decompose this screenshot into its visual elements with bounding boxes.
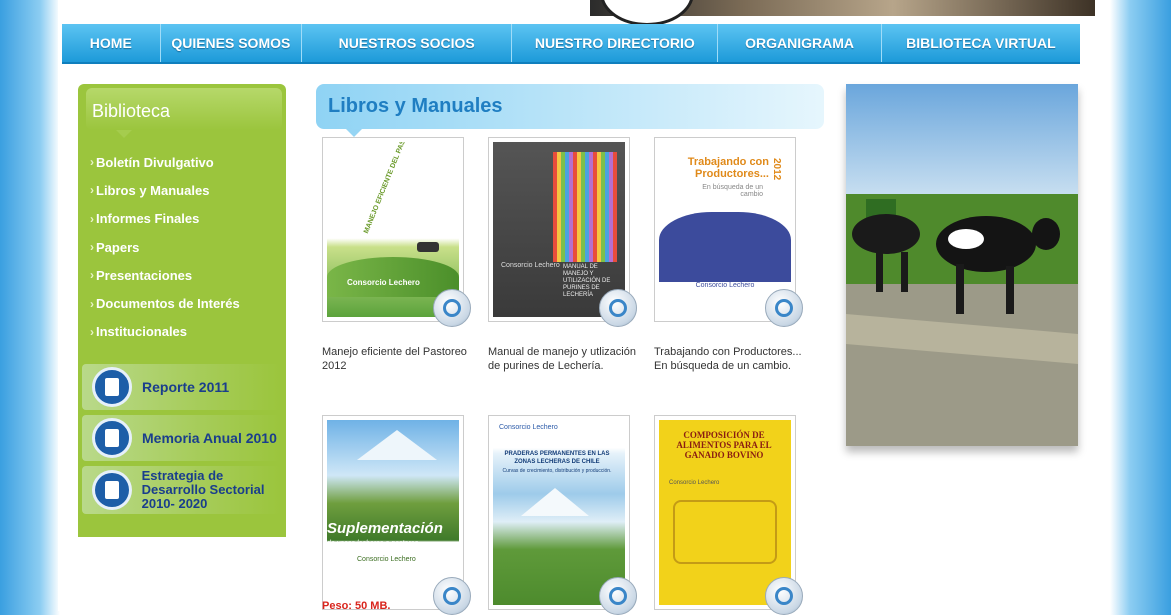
top-navigation: HOME QUIENES SOMOS NUESTROS SOCIOS NUEST… xyxy=(62,24,1080,64)
cover-title: Trabajando con Productores... xyxy=(687,156,769,180)
section-header: Libros y Manuales xyxy=(316,84,824,137)
cover-brand: Consorcio Lechero xyxy=(501,262,560,269)
cover-subtitle: En búsqueda de un cambio xyxy=(702,184,763,198)
sidebar-item-papers[interactable]: Papers xyxy=(78,233,286,261)
sidebar-item-boletin[interactable]: Boletín Divulgativo xyxy=(78,148,286,176)
book-cover[interactable]: Trabajando con Productores... En búsqued… xyxy=(654,137,803,327)
book-cover[interactable]: COMPOSICIÓN DE ALIMENTOS PARA EL GANADO … xyxy=(654,415,803,615)
sidebar-item-informes[interactable]: Informes Finales xyxy=(78,205,286,233)
sidebar-header-notch xyxy=(116,130,132,138)
cover-title: PRADERAS PERMANENTES EN LAS ZONAS LECHER… xyxy=(504,451,610,465)
promo-label: Reporte 2011 xyxy=(142,379,230,395)
cover-brand: Consorcio Lechero xyxy=(357,556,416,563)
book-cover[interactable]: MANEJO EFICIENTE DEL PASTOREO Consorcio … xyxy=(322,137,471,327)
zoom-icon[interactable] xyxy=(433,577,471,615)
zoom-icon[interactable] xyxy=(765,577,803,615)
nav-quienes-somos[interactable]: QUIENES SOMOS xyxy=(161,24,303,62)
document-icon xyxy=(92,470,132,510)
book-item: MANUAL DE MANEJO Y UTILIZACIÓN DE PURINE… xyxy=(488,137,640,373)
promo-reporte-2011[interactable]: Reporte 2011 xyxy=(82,364,280,410)
cover-brand: Consorcio Lechero xyxy=(499,424,558,431)
cover-brand: Consorcio Lechero xyxy=(347,278,420,287)
section-title: Libros y Manuales xyxy=(328,95,503,117)
book-caption[interactable]: Manejo eficiente del Pastoreo 2012 xyxy=(322,345,474,373)
zoom-icon[interactable] xyxy=(599,289,637,327)
sidebar-title: Biblioteca xyxy=(92,101,171,121)
nav-biblioteca-virtual[interactable]: BIBLIOTECA VIRTUAL xyxy=(882,24,1080,62)
nav-home[interactable]: HOME xyxy=(62,24,161,62)
zoom-icon[interactable] xyxy=(765,289,803,327)
book-item: Suplementación de vacas lecheras a pasto… xyxy=(322,415,474,615)
book-cover[interactable]: Consorcio Lechero PRADERAS PERMANENTES E… xyxy=(488,415,637,615)
cover-subtitle: de vacas lecheras a pastoreo xyxy=(327,540,419,547)
cover-brand: Consorcio Lechero xyxy=(669,480,720,486)
sidebar-item-libros[interactable]: Libros y Manuales xyxy=(78,176,286,204)
cover-title: Suplementación xyxy=(327,520,443,537)
promo-memoria-anual[interactable]: Memoria Anual 2010 xyxy=(82,415,280,461)
book-item: Consorcio Lechero PRADERAS PERMANENTES E… xyxy=(488,415,640,615)
book-cover[interactable]: Suplementación de vacas lecheras a pasto… xyxy=(322,415,471,615)
document-icon xyxy=(92,367,132,407)
book-item: Trabajando con Productores... En búsqued… xyxy=(654,137,806,373)
book-item: MANEJO EFICIENTE DEL PASTOREO Consorcio … xyxy=(322,137,474,373)
promo-estrategia-desarrollo[interactable]: Estrategia de Desarrollo Sectorial 2010-… xyxy=(82,466,280,514)
promo-label: Memoria Anual 2010 xyxy=(142,430,277,446)
sidebar-menu: Boletín Divulgativo Libros y Manuales In… xyxy=(78,148,286,346)
sidebar-item-institucionales[interactable]: Institucionales xyxy=(78,318,286,346)
cover-title: COMPOSICIÓN DE ALIMENTOS PARA EL GANADO … xyxy=(676,430,772,460)
document-icon xyxy=(92,418,132,458)
cover-year: 2012 xyxy=(771,158,782,181)
cover-subtitle: Curvas de crecimiento, distribución y pr… xyxy=(502,468,612,474)
cover-title: MANEJO EFICIENTE DEL PASTOREO xyxy=(363,142,417,235)
zoom-icon[interactable] xyxy=(433,289,471,327)
nav-organigrama[interactable]: ORGANIGRAMA xyxy=(718,24,882,62)
book-caption[interactable]: Manual de manejo y utlización de purines… xyxy=(488,345,640,373)
sidebar-item-documentos[interactable]: Documentos de Interés xyxy=(78,289,286,317)
cows-photo xyxy=(846,84,1078,446)
promo-label: Estrategia de Desarrollo Sectorial 2010-… xyxy=(141,468,265,511)
sidebar-item-presentaciones[interactable]: Presentaciones xyxy=(78,261,286,289)
sidebar-header: Biblioteca xyxy=(86,88,282,138)
nav-nuestro-directorio[interactable]: NUESTRO DIRECTORIO xyxy=(512,24,719,62)
book-caption[interactable]: Trabajando con Productores... En búsqued… xyxy=(654,345,806,373)
nav-nuestros-socios[interactable]: NUESTROS SOCIOS xyxy=(302,24,513,62)
book-item: COMPOSICIÓN DE ALIMENTOS PARA EL GANADO … xyxy=(654,415,806,615)
file-size-label: Peso: 50 MB. xyxy=(322,600,391,612)
zoom-icon[interactable] xyxy=(599,577,637,615)
section-header-notch xyxy=(346,129,362,137)
book-cover[interactable]: MANUAL DE MANEJO Y UTILIZACIÓN DE PURINE… xyxy=(488,137,637,327)
